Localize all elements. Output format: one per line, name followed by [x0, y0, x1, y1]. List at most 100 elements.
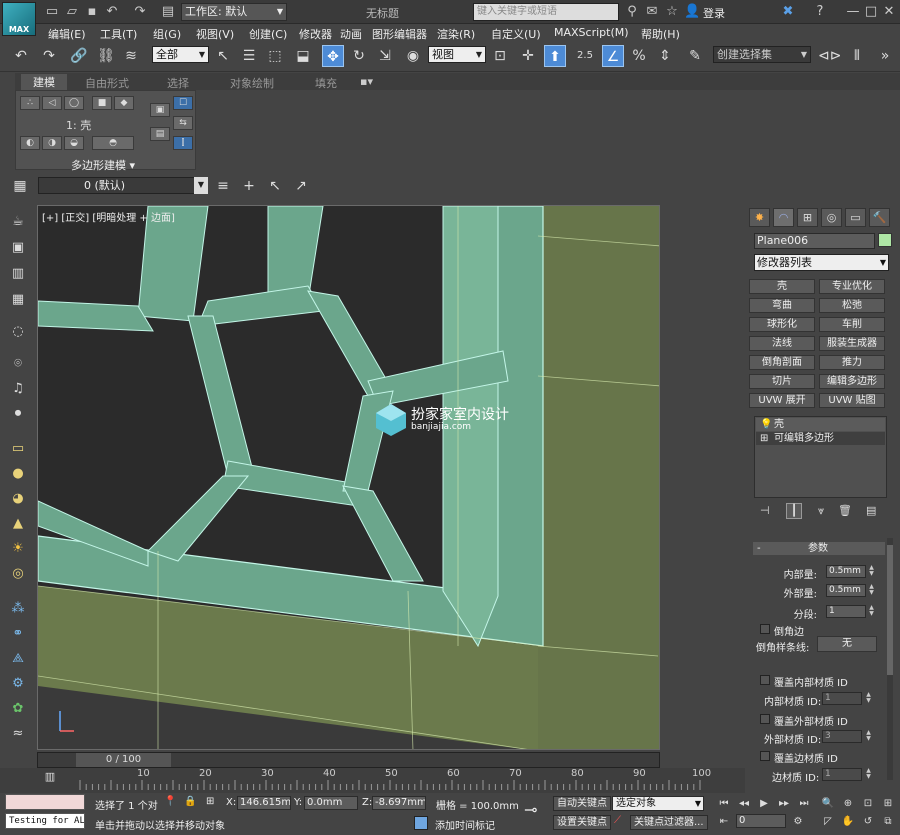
prev-frame-icon[interactable]: ◂◂ [736, 796, 752, 811]
expand-icon[interactable]: ⊞ [760, 432, 768, 445]
mod-btn-spherify[interactable]: 球形化 [749, 317, 815, 332]
toggle-icon-a[interactable]: ☐ [173, 96, 193, 110]
override-edge-mat-checkbox[interactable] [760, 751, 770, 761]
collapse-icon[interactable]: ◓ [92, 136, 134, 150]
project-folder-icon[interactable]: ▤ [160, 4, 176, 20]
segments-spinner[interactable]: ▲ ▼ [867, 605, 876, 618]
object-name-field[interactable]: Plane006 [754, 233, 875, 249]
select-scale-icon[interactable]: ⇲ [374, 45, 396, 67]
filmstrip-icon[interactable]: ▥ [42, 768, 58, 786]
toggle-icon-c[interactable]: ⫿ [173, 136, 193, 150]
molecule-icon[interactable]: ⚭ [9, 625, 27, 643]
current-frame-field[interactable]: 0 [736, 814, 786, 828]
gear-icon[interactable]: ⚙ [9, 675, 27, 693]
key-icon[interactable]: ⊸ [524, 800, 537, 819]
mesh-icon[interactable]: ⟁ [9, 650, 27, 668]
percent-snap-icon[interactable]: % [628, 45, 650, 67]
tab-selection[interactable]: 选择 [167, 75, 189, 91]
mod-btn-normal[interactable]: 法线 [749, 336, 815, 351]
menu-views[interactable]: 视图(V) [196, 26, 234, 42]
edge-mat-id-spinner[interactable]: ▲ ▼ [864, 768, 873, 781]
track-bar[interactable]: ▥ 10 20 30 40 50 60 70 80 90 100 [0, 768, 745, 793]
go-to-start-icon[interactable]: ⏮ [716, 796, 732, 811]
select-by-name-icon[interactable]: ☰ [238, 45, 260, 67]
pin-stack-icon[interactable]: ⊣ [760, 504, 770, 517]
lock-icon[interactable]: 🔒 [184, 796, 196, 807]
menu-create[interactable]: 创建(C) [249, 26, 287, 42]
video-icon[interactable]: ⏺ [9, 405, 27, 423]
key-mode-dropdown[interactable]: 选定对象 ▼ [612, 796, 704, 811]
y-coordinate-field[interactable]: 0.0mm [304, 796, 358, 810]
menu-rendering[interactable]: 渲染(R) [437, 26, 475, 42]
motion-tab-icon[interactable]: ◎ [821, 208, 842, 227]
viewport-front[interactable]: [+] [正交] [明暗处理 + 边面] 扮家家室内设计 banjiajia.c… [37, 205, 660, 750]
use-nurms-icon[interactable]: ▣ [150, 103, 170, 117]
material-editor-icon[interactable]: ▥ [9, 265, 27, 283]
lightbulb-icon[interactable]: 💡 [760, 418, 772, 431]
parameters-rollout-header[interactable]: - 参数 [753, 542, 885, 555]
override-outer-mat-checkbox[interactable] [760, 714, 770, 724]
mod-btn-bevel-profile[interactable]: 倒角剖面 [749, 355, 815, 370]
cone-icon[interactable]: ▲ [9, 515, 27, 533]
set-current-layer-icon[interactable]: ↗ [290, 175, 312, 197]
menu-edit[interactable]: 编辑(E) [48, 26, 86, 42]
undo-icon[interactable]: ↶ [10, 45, 32, 67]
outer-mat-id-spinner[interactable]: ▲ ▼ [864, 730, 873, 743]
rect-selection-icon[interactable]: ⬚ [264, 45, 286, 67]
orbit-icon[interactable]: ↺ [860, 814, 876, 829]
search-input[interactable]: 键入关键字或短语 [473, 3, 619, 21]
outer-mat-id-field[interactable]: 3 [822, 730, 862, 743]
tab-object-paint[interactable]: 对象绘制 [230, 75, 274, 91]
hierarchy-tab-icon[interactable]: ⊞ [797, 208, 818, 227]
key-mode-toggle-icon[interactable]: ⇤ [716, 814, 732, 829]
user-icon[interactable]: 👤 [684, 4, 700, 20]
login-link[interactable]: 登录 [703, 5, 725, 21]
binoculars-icon[interactable]: ⚲ [624, 4, 640, 20]
mod-btn-slice[interactable]: 切片 [749, 374, 815, 389]
add-time-tag-button[interactable]: 添加时间标记 [435, 817, 495, 832]
light-icon[interactable]: ◌ [9, 323, 27, 341]
make-unique-icon[interactable]: ⩔ [818, 504, 824, 518]
zoom-extents-icon[interactable]: ⊡ [860, 796, 876, 811]
hair-icon[interactable]: ≈ [9, 725, 27, 743]
tab-populate[interactable]: 填充 [315, 75, 337, 91]
info-icon[interactable]: ✉ [644, 4, 660, 20]
add-layer-icon[interactable]: + [238, 175, 260, 197]
snap-toggle[interactable]: 2.5 [574, 45, 596, 67]
manipulate-icon[interactable]: ✛ [517, 45, 539, 67]
show-end-icon[interactable]: ◒ [64, 136, 84, 150]
maximize-viewport-icon[interactable]: ⧉ [880, 814, 896, 829]
scene-explorer-icon[interactable]: ▦ [9, 291, 27, 309]
segments-field[interactable]: 1 [826, 605, 866, 618]
mod-btn-relax[interactable]: 松弛 [819, 298, 885, 313]
redo-icon[interactable]: ↷ [38, 45, 60, 67]
app-logo-button[interactable]: MAX [2, 2, 36, 36]
select-object-icon[interactable]: ↖ [212, 45, 234, 67]
maximize-icon[interactable]: □ [863, 4, 879, 20]
element-icon[interactable]: ◆ [114, 96, 134, 110]
prev-modifier-icon[interactable]: ◐ [20, 136, 40, 150]
help-icon[interactable]: ? [812, 4, 828, 20]
override-inner-mat-checkbox[interactable] [760, 675, 770, 685]
workspace-dropdown[interactable]: 工作区: 默认 ▼ [181, 3, 287, 21]
select-layer-icon[interactable]: ↖ [264, 175, 286, 197]
camera-icon[interactable]: ⌾ [9, 355, 27, 373]
utilities-tab-icon[interactable]: 🔨 [869, 208, 890, 227]
mod-btn-uvw-unwrap[interactable]: UVW 展开 [749, 393, 815, 408]
layer-dropdown[interactable]: 0 (默认) ▼ [38, 177, 208, 194]
mod-btn-shell[interactable]: 壳 [749, 279, 815, 294]
field-of-view-icon[interactable]: ◸ [820, 814, 836, 829]
border-icon[interactable]: ◯ [64, 96, 84, 110]
spinner-snap-icon[interactable]: ⇕ [654, 45, 676, 67]
grass-icon[interactable]: ✿ [9, 700, 27, 718]
z-coordinate-field[interactable]: -8.697mm [372, 796, 426, 810]
mod-btn-edit-poly[interactable]: 编辑多边形 [819, 374, 885, 389]
select-move-icon[interactable]: ✥ [322, 45, 344, 67]
open-file-icon[interactable]: ▱ [64, 4, 80, 20]
layer-explorer-icon[interactable]: ▦ [9, 175, 31, 197]
ribbon-options-icon[interactable]: ▪▾ [360, 75, 373, 88]
stack-item-editable-poly[interactable]: ⊞ 可编辑多边形 [756, 432, 885, 445]
x-coordinate-field[interactable]: 146.615mm [237, 796, 291, 810]
inner-mat-id-field[interactable]: 1 [822, 692, 862, 705]
time-tag-icon[interactable] [414, 816, 428, 830]
